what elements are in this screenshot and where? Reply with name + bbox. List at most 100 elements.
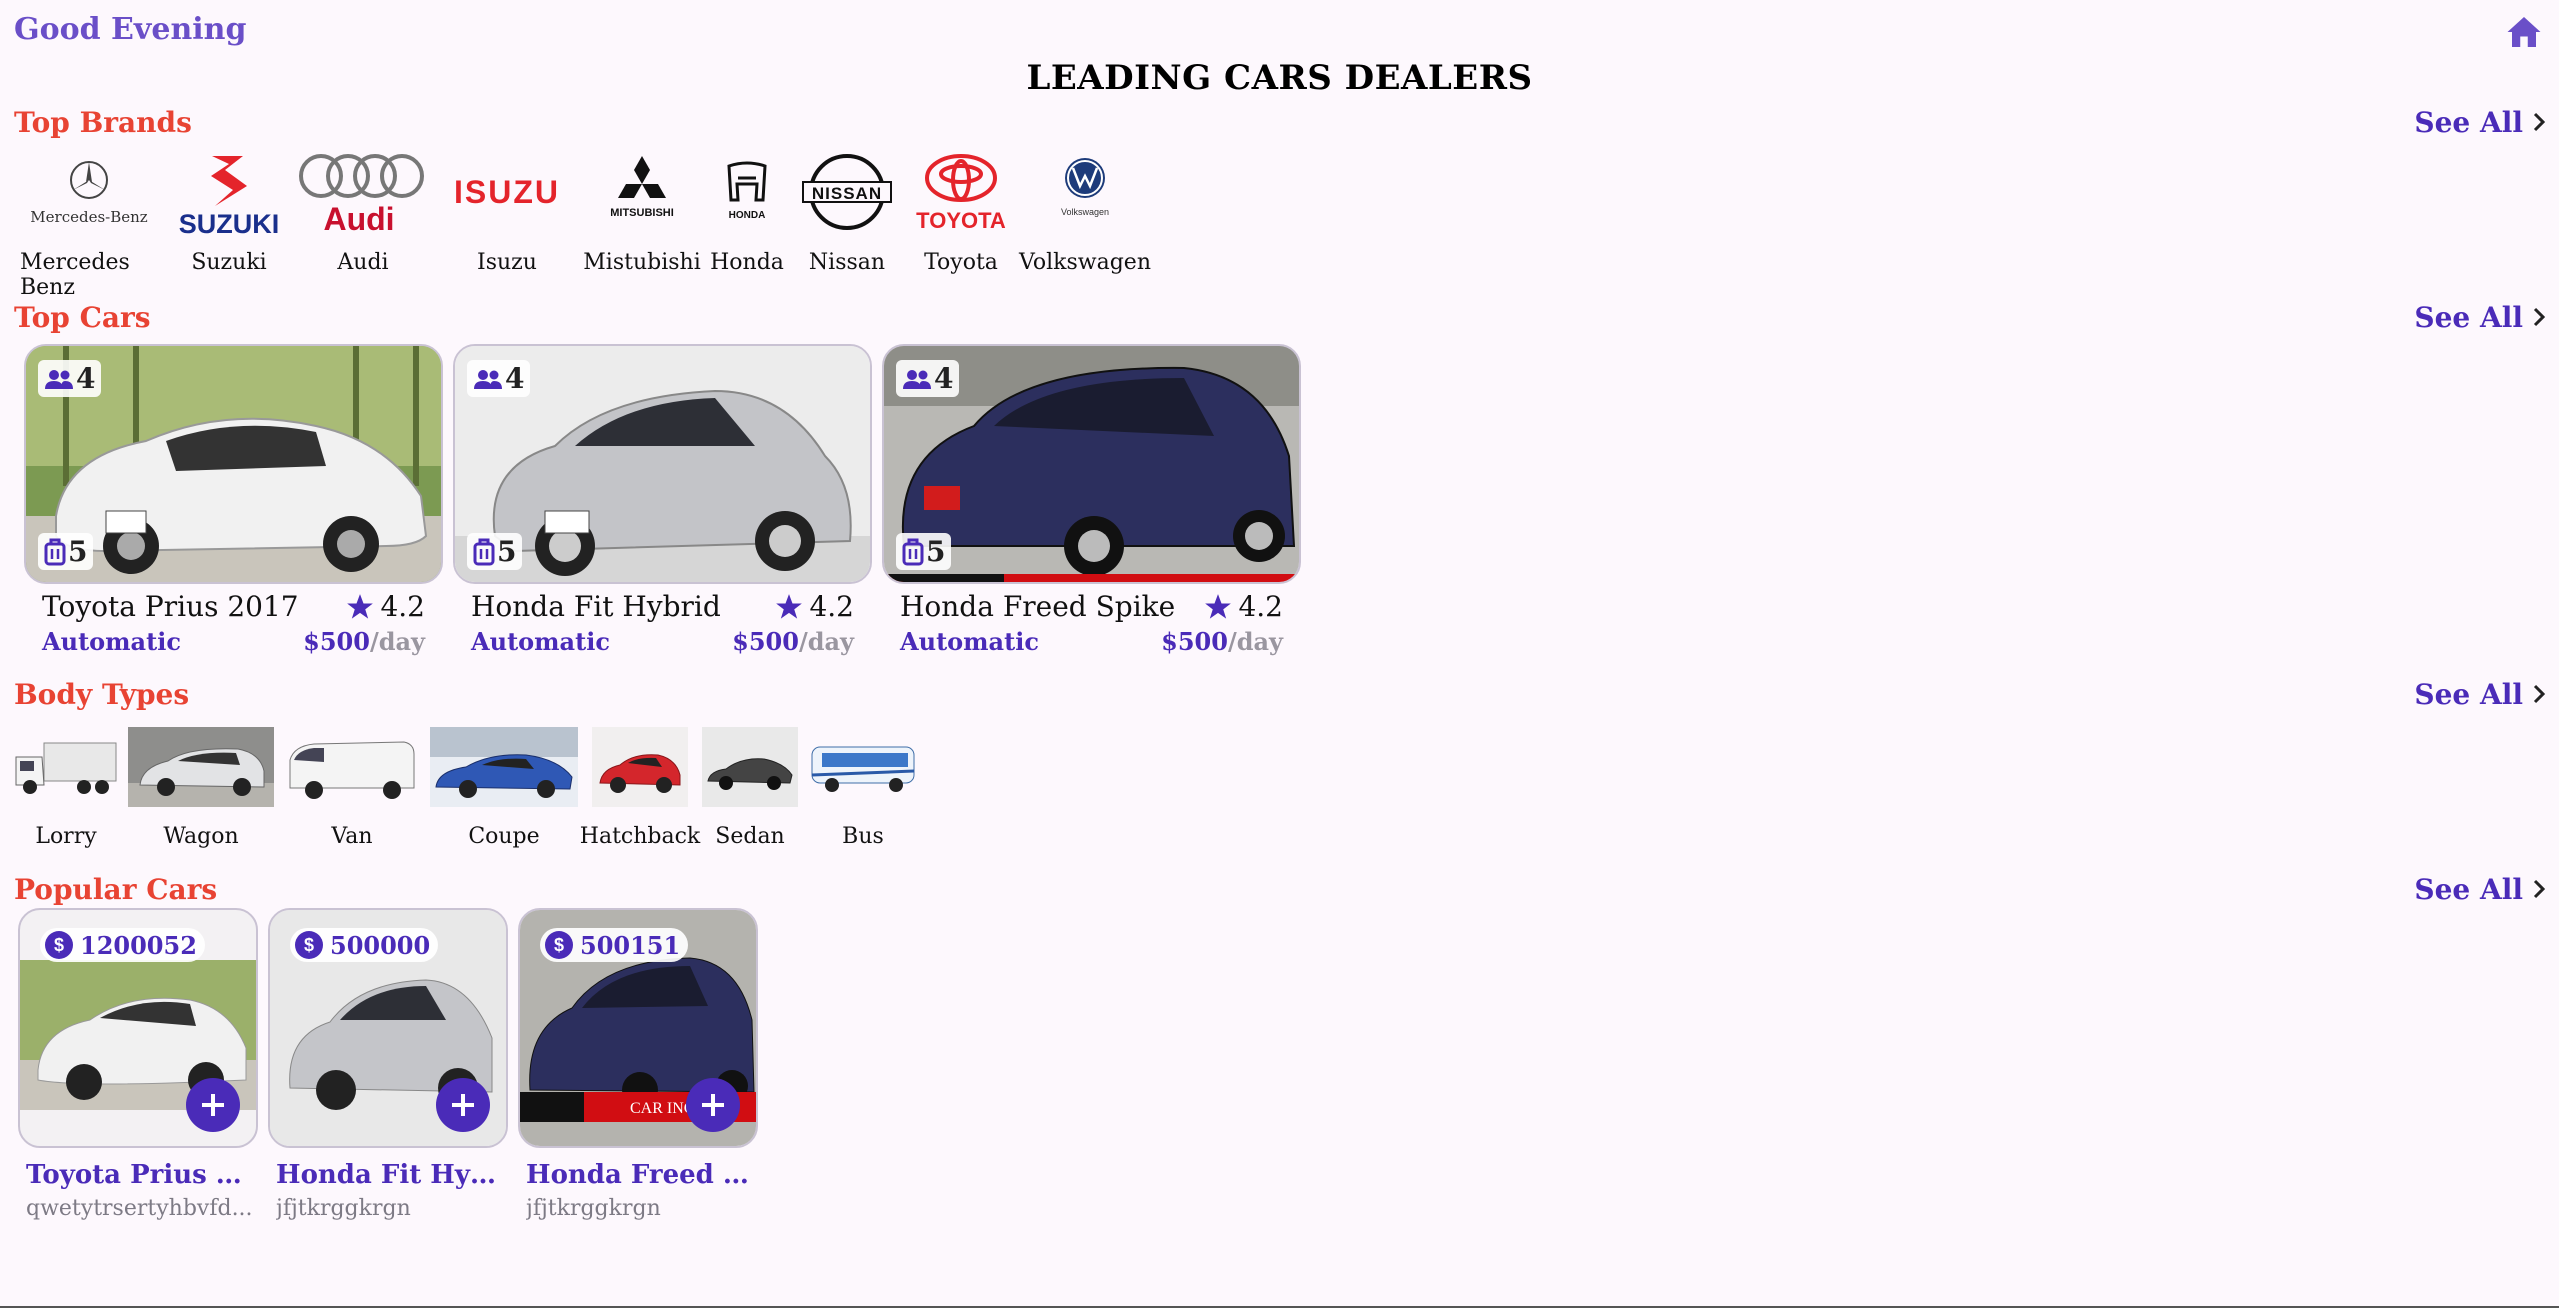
- top-car-card[interactable]: 4 5 Toyota Prius 2017 4.2 Automatic $500…: [24, 344, 443, 656]
- add-button[interactable]: [686, 1078, 740, 1132]
- body-type-van[interactable]: Van: [284, 726, 420, 849]
- see-all-label: See All: [2414, 105, 2523, 139]
- car-name: Honda Freed Spike: [900, 590, 1176, 623]
- car-name: Toyota Prius 2017: [42, 590, 299, 623]
- brand-list: Mercedes-Benz Mercedes Benz SUZUKI Suzuk…: [14, 142, 1151, 300]
- svg-text:$: $: [54, 935, 64, 955]
- svg-text:Audi: Audi: [323, 201, 394, 237]
- price-value: 500151: [580, 930, 681, 960]
- price-tag: $ 500151: [540, 928, 689, 962]
- top-cars-title: Top Cars: [14, 300, 151, 334]
- greeting-text: Good Evening: [14, 12, 247, 47]
- svg-text:HONDA: HONDA: [729, 210, 766, 221]
- price-label: $500/day: [303, 627, 425, 656]
- rating-value: 4.2: [809, 590, 854, 623]
- body-type-sedan[interactable]: Sedan: [702, 726, 798, 849]
- top-car-card[interactable]: 4 5 Honda Freed Spike 4.2 Automatic $500…: [882, 344, 1301, 656]
- body-type-label: Coupe: [468, 824, 540, 849]
- price-unit: /day: [798, 627, 854, 656]
- seats-badge: 4: [38, 360, 102, 397]
- popular-cars-list: $ 1200052 Toyota Prius 2017 qwetytrserty…: [18, 908, 758, 1221]
- dollar-icon: $: [295, 931, 323, 959]
- body-type-bus[interactable]: Bus: [808, 726, 918, 849]
- sedan-image: [702, 726, 798, 808]
- brand-item-nissan[interactable]: NISSAN Nissan: [792, 142, 902, 300]
- brand-item-mitsubishi[interactable]: MITSUBISHI Mistubishi: [582, 142, 702, 300]
- popular-cars-header: Popular Cars See All: [14, 869, 2545, 909]
- audi-logo: Audi: [297, 142, 429, 244]
- app-page: Good Evening LEADING CARS DEALERS Top Br…: [0, 0, 2559, 1308]
- brand-item-isuzu[interactable]: ISUZU Isuzu: [432, 142, 582, 300]
- price-unit: /day: [369, 627, 425, 656]
- top-brands-title: Top Brands: [14, 105, 192, 139]
- rating-value: 4.2: [1238, 590, 1283, 623]
- brand-label: Honda: [710, 250, 784, 275]
- seats-count: 4: [505, 362, 525, 395]
- brand-item-suzuki[interactable]: SUZUKI Suzuki: [164, 142, 294, 300]
- brand-item-honda[interactable]: HONDA Honda: [702, 142, 792, 300]
- transmission-label: Automatic: [471, 627, 610, 656]
- bags-badge: 5: [38, 533, 94, 570]
- add-button[interactable]: [186, 1078, 240, 1132]
- seats-badge: 4: [896, 360, 960, 397]
- bags-badge: 5: [896, 533, 952, 570]
- body-type-coupe[interactable]: Coupe: [430, 726, 578, 849]
- popular-cars-title: Popular Cars: [14, 872, 218, 906]
- car-image: 4 5: [453, 344, 872, 584]
- chevron-right-icon: [2533, 879, 2545, 899]
- body-types-see-all-button[interactable]: See All: [2414, 678, 2545, 711]
- luggage-icon: [44, 538, 66, 565]
- coupe-image: [430, 726, 578, 808]
- luggage-icon: [902, 538, 924, 565]
- popular-cars-see-all-button[interactable]: See All: [2414, 873, 2545, 906]
- plus-icon: [202, 1094, 224, 1116]
- toyota-logo: TOYOTA: [911, 142, 1011, 244]
- car-image: $ 1200052: [18, 908, 258, 1148]
- top-car-card[interactable]: 4 5 Honda Fit Hybrid 4.2 Automatic $500/…: [453, 344, 872, 656]
- seats-badge: 4: [467, 360, 531, 397]
- brand-item-mercedes[interactable]: Mercedes-Benz Mercedes Benz: [14, 142, 164, 300]
- popular-car-card[interactable]: $ 500000 Honda Fit Hybrid jfjtkrggkrgn: [268, 908, 508, 1221]
- body-type-lorry[interactable]: Lorry: [14, 726, 118, 849]
- bags-count: 5: [68, 535, 88, 568]
- popular-car-card[interactable]: CAR INC $ 500151 Honda Freed Spi... jfjt…: [518, 908, 758, 1221]
- body-type-label: Lorry: [35, 824, 97, 849]
- top-cars-list: 4 5 Toyota Prius 2017 4.2 Automatic $500…: [24, 344, 1301, 656]
- bags-count: 5: [926, 535, 946, 568]
- body-type-hatchback[interactable]: Hatchback: [580, 726, 700, 849]
- chevron-right-icon: [2533, 112, 2545, 132]
- dollar-icon: $: [45, 931, 73, 959]
- honda-logo: HONDA: [717, 142, 777, 244]
- car-rating: 4.2: [1204, 590, 1283, 623]
- brand-item-audi[interactable]: Audi Audi: [294, 142, 432, 300]
- svg-text:NISSAN: NISSAN: [812, 184, 882, 203]
- price-value: 1200052: [80, 930, 197, 960]
- top-cars-see-all-button[interactable]: See All: [2414, 301, 2545, 334]
- svg-text:MITSUBISHI: MITSUBISHI: [610, 207, 674, 219]
- see-all-label: See All: [2414, 677, 2523, 711]
- chevron-right-icon: [2533, 307, 2545, 327]
- brand-label: Isuzu: [477, 250, 537, 275]
- brand-label: Mercedes Benz: [20, 250, 130, 300]
- page-title: LEADING CARS DEALERS: [1026, 58, 1533, 98]
- brand-item-volkswagen[interactable]: Volkswagen Volkswagen: [1019, 142, 1151, 300]
- svg-text:$: $: [554, 935, 564, 955]
- top-brands-see-all-button[interactable]: See All: [2414, 106, 2545, 139]
- car-image: $ 500000: [268, 908, 508, 1148]
- car-description: qwetytrsertyhbvfd...: [26, 1196, 253, 1221]
- bags-count: 5: [497, 535, 517, 568]
- popular-car-card[interactable]: $ 1200052 Toyota Prius 2017 qwetytrserty…: [18, 908, 258, 1221]
- plus-icon: [702, 1094, 724, 1116]
- brand-item-toyota[interactable]: TOYOTA Toyota: [902, 142, 1020, 300]
- home-button[interactable]: [2504, 12, 2544, 52]
- isuzu-logo: ISUZU: [447, 142, 567, 244]
- mitsubishi-logo: MITSUBISHI: [602, 142, 682, 244]
- car-image: 4 5: [882, 344, 1301, 584]
- people-icon: [45, 369, 73, 389]
- car-image: CAR INC $ 500151: [518, 908, 758, 1148]
- body-type-label: Van: [331, 824, 373, 849]
- top-cars-header: Top Cars See All: [14, 297, 2545, 337]
- add-button[interactable]: [436, 1078, 490, 1132]
- van-image: [284, 726, 420, 808]
- body-type-wagon[interactable]: Wagon: [128, 726, 274, 849]
